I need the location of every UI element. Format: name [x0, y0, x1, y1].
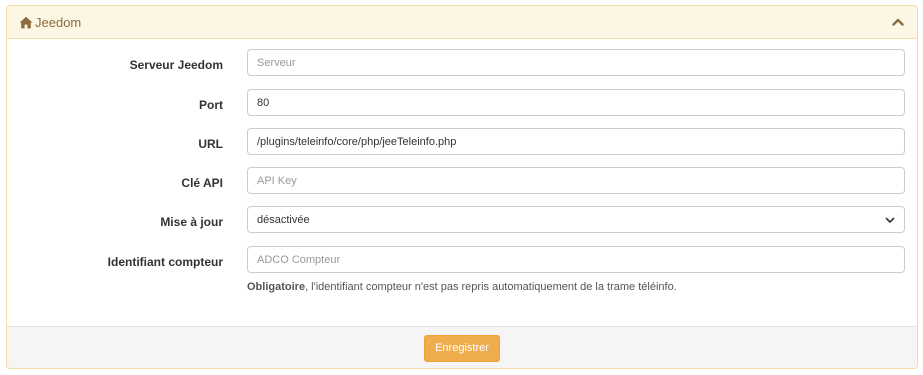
- save-button[interactable]: Enregistrer: [424, 334, 500, 362]
- panel-footer: Enregistrer: [7, 326, 917, 368]
- panel-title: Jeedom: [19, 15, 889, 30]
- api-key-label: Clé API: [181, 176, 223, 190]
- meter-id-label: Identifiant compteur: [107, 255, 223, 269]
- meter-id-help-text: , l'identifiant compteur n'est pas repri…: [305, 281, 677, 293]
- url-input[interactable]: [247, 128, 905, 155]
- meter-id-help: Obligatoire, l'identifiant compteur n'es…: [247, 281, 677, 293]
- meter-id-help-bold: Obligatoire: [247, 281, 306, 293]
- chevron-up-icon[interactable]: [889, 13, 907, 31]
- server-label: Serveur Jeedom: [129, 58, 223, 72]
- server-input[interactable]: [247, 49, 905, 76]
- url-label: URL: [198, 137, 223, 151]
- chevron-down-icon: [885, 215, 895, 225]
- panel-heading[interactable]: Jeedom: [7, 6, 917, 39]
- update-select[interactable]: désactivée: [247, 206, 905, 233]
- api-key-input[interactable]: [247, 167, 905, 194]
- update-label: Mise à jour: [160, 215, 223, 229]
- meter-id-input[interactable]: [247, 246, 905, 273]
- panel-body: Serveur Jeedom Port URL Clé API Mise à j…: [7, 39, 917, 325]
- port-input[interactable]: [247, 89, 905, 116]
- update-selected-value: désactivée: [257, 213, 310, 226]
- home-icon: [19, 16, 33, 29]
- port-label: Port: [199, 98, 223, 112]
- panel-title-text: Jeedom: [35, 14, 82, 30]
- jeedom-panel: Jeedom Serveur Jeedom Port URL Clé API: [6, 5, 918, 369]
